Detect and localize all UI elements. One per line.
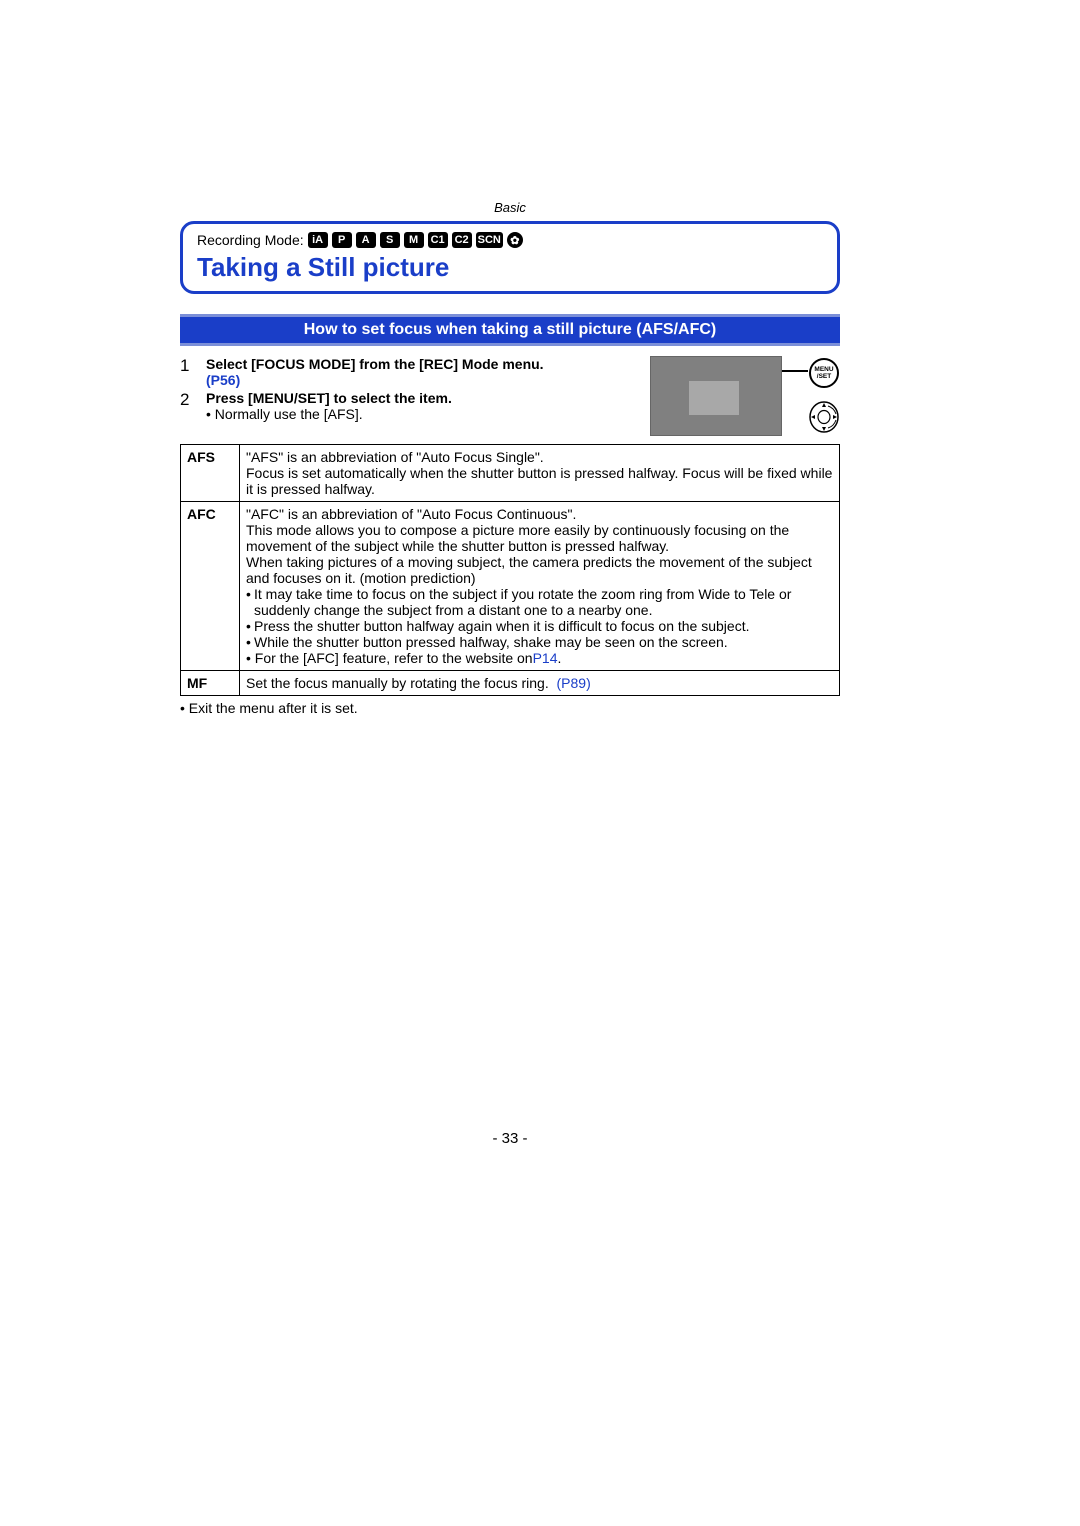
mode-icon-ia: iA: [308, 232, 328, 248]
mf-text: Set the focus manually by rotating the f…: [246, 675, 549, 691]
page-number: - 33 -: [180, 1130, 840, 1147]
mf-link[interactable]: (P89): [557, 675, 591, 691]
step-number: 1: [180, 356, 206, 388]
mode-icon-scn: SCN: [476, 232, 503, 248]
mf-key: MF: [181, 671, 240, 696]
mode-icon-creative: ✿: [507, 232, 523, 248]
afs-line2: Focus is set automatically when the shut…: [246, 465, 833, 497]
step-1: 1 Select [FOCUS MODE] from the [REC] Mod…: [180, 356, 550, 388]
jog-dial-icon: [808, 400, 840, 434]
step-2-text: Press [MENU/SET] to select the item.: [206, 390, 452, 406]
camera-screen-icon: [650, 356, 782, 436]
step-2-note: • Normally use the [AFS].: [206, 406, 452, 422]
step-1-text: Select [FOCUS MODE] from the [REC] Mode …: [206, 356, 544, 372]
mode-icon-p: P: [332, 232, 352, 248]
menu-set-bot: /SET: [817, 373, 831, 380]
afc-line1: "AFC" is an abbreviation of "Auto Focus …: [246, 506, 833, 522]
afc-line2: This mode allows you to compose a pictur…: [246, 522, 833, 554]
table-row-afs: AFS "AFS" is an abbreviation of "Auto Fo…: [181, 445, 840, 502]
afs-key: AFS: [181, 445, 240, 502]
mode-icon-c1: C1: [428, 232, 448, 248]
step-number: 2: [180, 390, 206, 422]
mode-icon-m: M: [404, 232, 424, 248]
manual-page: Basic Recording Mode: iA P A S M C1 C2 S…: [180, 200, 840, 716]
afc-line3: When taking pictures of a moving subject…: [246, 554, 833, 586]
mode-icon-s: S: [380, 232, 400, 248]
afs-line1: "AFS" is an abbreviation of "Auto Focus …: [246, 449, 833, 465]
step-2: 2 Press [MENU/SET] to select the item. •…: [180, 390, 550, 422]
recording-mode-line: Recording Mode: iA P A S M C1 C2 SCN ✿: [197, 232, 823, 248]
section-label: Basic: [180, 200, 840, 215]
table-row-afc: AFC "AFC" is an abbreviation of "Auto Fo…: [181, 502, 840, 671]
post-note: • Exit the menu after it is set.: [180, 700, 840, 716]
focus-mode-table: AFS "AFS" is an abbreviation of "Auto Fo…: [180, 444, 840, 696]
callout-line: [782, 370, 808, 372]
afc-bullet-2: •Press the shutter button halfway again …: [246, 618, 833, 634]
mode-icon-c2: C2: [452, 232, 472, 248]
menu-set-top: MENU: [814, 366, 833, 373]
table-row-mf: MF Set the focus manually by rotating th…: [181, 671, 840, 696]
afc-key: AFC: [181, 502, 240, 671]
afs-desc: "AFS" is an abbreviation of "Auto Focus …: [240, 445, 840, 502]
mf-desc: Set the focus manually by rotating the f…: [240, 671, 840, 696]
title-box: Recording Mode: iA P A S M C1 C2 SCN ✿ T…: [180, 221, 840, 294]
afc-bullet-1: •It may take time to focus on the subjec…: [246, 586, 833, 618]
illustration: MENU /SET: [650, 356, 840, 436]
afc-bullet-3: •While the shutter button pressed halfwa…: [246, 634, 833, 650]
afc-footer-link[interactable]: P14: [533, 650, 558, 666]
recording-mode-label: Recording Mode:: [197, 232, 304, 248]
page-title: Taking a Still picture: [197, 252, 823, 283]
menu-set-icon: MENU /SET: [809, 358, 839, 388]
steps-block: 1 Select [FOCUS MODE] from the [REC] Mod…: [180, 356, 840, 422]
afc-desc: "AFC" is an abbreviation of "Auto Focus …: [240, 502, 840, 671]
afc-footer: • For the [AFC] feature, refer to the we…: [246, 650, 833, 666]
step-1-link[interactable]: (P56): [206, 372, 240, 388]
mode-icon-a: A: [356, 232, 376, 248]
subheading: How to set focus when taking a still pic…: [180, 314, 840, 346]
